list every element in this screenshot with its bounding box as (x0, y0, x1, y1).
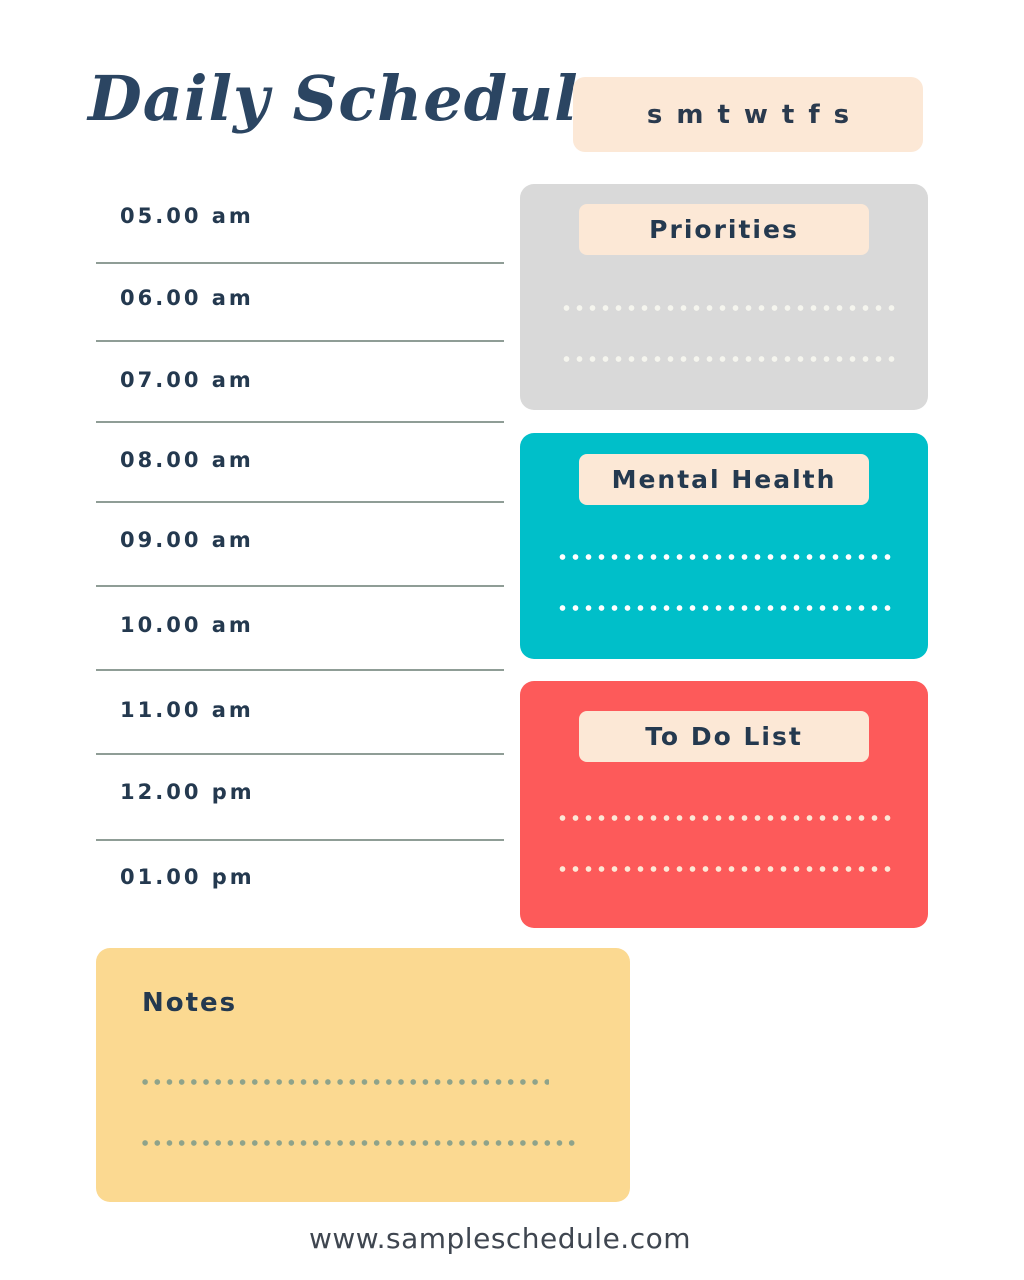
weekday-saturday[interactable]: s (834, 100, 849, 130)
time-slot-label: 08.00 am (120, 448, 254, 472)
mental-health-line-2[interactable] (556, 605, 894, 611)
notes-card: Notes (96, 948, 630, 1202)
time-slot-label: 06.00 am (120, 286, 254, 310)
notes-line-2[interactable] (139, 1140, 575, 1146)
priorities-line-1[interactable] (560, 305, 898, 311)
time-slot[interactable]: 09.00 am (96, 503, 504, 587)
time-slot-label: 07.00 am (120, 368, 254, 392)
time-slot-label: 01.00 pm (120, 865, 255, 889)
mental-health-heading: Mental Health (579, 454, 869, 505)
weekday-tuesday[interactable]: t (717, 100, 729, 130)
time-slot[interactable]: 05.00 am (96, 182, 504, 264)
time-slot[interactable]: 01.00 pm (96, 841, 504, 923)
notes-heading: Notes (142, 988, 238, 1018)
weekday-monday[interactable]: m (676, 100, 703, 130)
time-slot-label: 11.00 am (120, 698, 254, 722)
weekday-thursday[interactable]: t (782, 100, 794, 130)
priorities-line-2[interactable] (560, 356, 898, 362)
time-slot[interactable]: 12.00 pm (96, 755, 504, 841)
time-slot-label: 12.00 pm (120, 780, 255, 804)
priorities-card: Priorities (520, 184, 928, 410)
mental-health-line-1[interactable] (556, 554, 894, 560)
time-slot[interactable]: 06.00 am (96, 264, 504, 342)
time-slot-label: 05.00 am (120, 204, 254, 228)
time-slot[interactable]: 11.00 am (96, 671, 504, 755)
weekday-sunday[interactable]: s (647, 100, 662, 130)
time-slot[interactable]: 10.00 am (96, 587, 504, 671)
footer-url[interactable]: www.sampleschedule.com (0, 1222, 1000, 1255)
weekday-friday[interactable]: f (808, 100, 819, 130)
page-title: Daily Schedule (88, 62, 620, 135)
priorities-heading: Priorities (579, 204, 869, 255)
time-slot[interactable]: 07.00 am (96, 342, 504, 423)
time-slot-list: 05.00 am 06.00 am 07.00 am 08.00 am 09.0… (96, 182, 504, 923)
time-slot-label: 09.00 am (120, 528, 254, 552)
time-slot-label: 10.00 am (120, 613, 254, 637)
todo-line-2[interactable] (556, 866, 894, 872)
weekday-selector: s m t w t f s (573, 77, 923, 152)
time-slot[interactable]: 08.00 am (96, 423, 504, 503)
notes-line-1[interactable] (139, 1079, 549, 1085)
todo-card: To Do List (520, 681, 928, 928)
mental-health-card: Mental Health (520, 433, 928, 659)
weekday-wednesday[interactable]: w (744, 100, 768, 130)
todo-heading: To Do List (579, 711, 869, 762)
todo-line-1[interactable] (556, 815, 894, 821)
